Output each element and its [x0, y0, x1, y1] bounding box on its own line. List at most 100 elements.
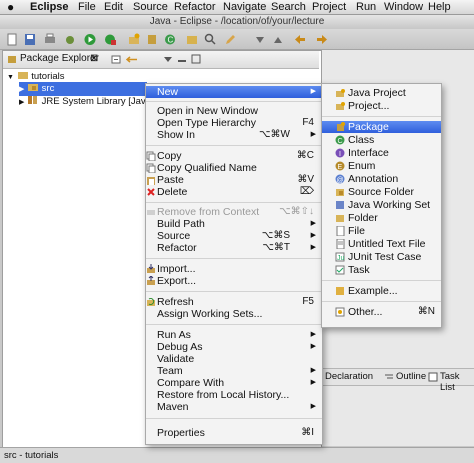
- outline-icon: [385, 374, 393, 379]
- search-icon[interactable]: [204, 33, 216, 46]
- submenu-item-label: Enum: [348, 160, 376, 172]
- annotation-icon: @: [335, 174, 345, 184]
- menu-item-label: Copy Qualified Name: [157, 162, 257, 174]
- menu-item-show-in[interactable]: Show In ⌥⌘W ▶: [146, 129, 322, 141]
- print-icon[interactable]: [44, 33, 56, 46]
- tab-task-list[interactable]: Task List: [440, 371, 474, 393]
- menu-item-open-type-hierarchy[interactable]: Open Type Hierarchy F4: [146, 117, 322, 129]
- menubar-item-refactor[interactable]: Refactor: [174, 0, 216, 14]
- submenu-item-package[interactable]: Package: [322, 121, 441, 133]
- menu-shortcut: ⌥⌘W: [259, 129, 290, 140]
- prev-annotation-icon[interactable]: [272, 33, 284, 46]
- collapse-all-icon[interactable]: [111, 55, 121, 64]
- submenu-item-source-folder[interactable]: Source Folder: [322, 186, 441, 198]
- menubar-item-window[interactable]: Window: [384, 0, 423, 14]
- new-icon[interactable]: [6, 33, 18, 46]
- next-annotation-icon[interactable]: [254, 33, 266, 46]
- forward-icon[interactable]: [316, 33, 328, 46]
- submenu-item-example[interactable]: Example...: [322, 285, 441, 297]
- new-package-icon[interactable]: [146, 33, 158, 46]
- menu-item-export[interactable]: Export...: [146, 275, 322, 287]
- menubar-item-eclipse[interactable]: Eclipse: [30, 0, 69, 14]
- submenu-item-untitled-text-file[interactable]: Untitled Text File: [322, 238, 441, 250]
- menu-item-debug-as[interactable]: Debug As ▶: [146, 341, 322, 353]
- menu-item-open-in-new-window[interactable]: Open in New Window: [146, 105, 322, 117]
- minimize-icon[interactable]: [177, 54, 187, 64]
- submenu-item-label: Java Project: [348, 87, 406, 99]
- submenu-item-enum[interactable]: E Enum: [322, 160, 441, 172]
- tab-outline[interactable]: Outline: [396, 371, 426, 382]
- apple-icon[interactable]: ●: [7, 0, 14, 14]
- submenu-item-task[interactable]: Task: [322, 264, 441, 276]
- menu-item-new[interactable]: New ▶: [146, 86, 322, 98]
- menu-separator: [146, 202, 322, 203]
- new-java-project-icon[interactable]: [128, 33, 140, 46]
- close-icon[interactable]: ⊠: [90, 53, 98, 64]
- menu-item-compare-with[interactable]: Compare With ▶: [146, 377, 322, 389]
- submenu-item-other[interactable]: Other... ⌘N: [322, 306, 441, 318]
- link-with-editor-icon[interactable]: [126, 55, 138, 64]
- menu-item-delete[interactable]: Delete ⌦: [146, 186, 322, 198]
- menubar-item-navigate[interactable]: Navigate: [223, 0, 266, 14]
- menu-item-run-as[interactable]: Run As ▶: [146, 329, 322, 341]
- menu-item-maven[interactable]: Maven ▶: [146, 401, 322, 413]
- delete-icon: [147, 188, 155, 196]
- menu-item-refresh[interactable]: Refresh F5: [146, 296, 322, 308]
- menu-item-remove-from-context[interactable]: Remove from Context ⌥⌘⇧↓: [146, 206, 322, 218]
- source-folder-icon: [28, 84, 39, 91]
- svg-text:E: E: [338, 164, 343, 171]
- submenu-item-java-project[interactable]: Java Project: [322, 87, 441, 99]
- menubar-item-help[interactable]: Help: [428, 0, 451, 14]
- menu-item-build-path[interactable]: Build Path ▶: [146, 218, 322, 230]
- menu-item-import[interactable]: Import...: [146, 263, 322, 275]
- menu-item-assign-working-sets[interactable]: Assign Working Sets...: [146, 308, 322, 320]
- menu-item-team[interactable]: Team ▶: [146, 365, 322, 377]
- menu-item-refactor[interactable]: Refactor ⌥⌘T ▶: [146, 242, 322, 254]
- submenu-item-label: JUnit Test Case: [348, 251, 422, 263]
- expand-icon[interactable]: ▶: [19, 86, 24, 93]
- submenu-item-annotation[interactable]: @ Annotation: [322, 173, 441, 185]
- submenu-item-interface[interactable]: I Interface: [322, 147, 441, 159]
- save-icon[interactable]: [24, 33, 36, 46]
- submenu-item-project[interactable]: Project...: [322, 100, 441, 112]
- menu-item-label: Validate: [157, 353, 195, 365]
- menu-item-label: Build Path: [157, 218, 205, 230]
- view-menu-icon[interactable]: [163, 55, 173, 64]
- open-type-icon[interactable]: [186, 33, 198, 46]
- back-icon[interactable]: [294, 33, 306, 46]
- debug-icon[interactable]: [64, 33, 76, 46]
- menu-item-copy[interactable]: Copy ⌘C: [146, 150, 322, 162]
- submenu-item-java-working-set[interactable]: Java Working Set: [322, 199, 441, 211]
- submenu-arrow-icon: ▶: [310, 331, 316, 338]
- menubar-item-source[interactable]: Source: [133, 0, 168, 14]
- menu-item-properties[interactable]: Properties ⌘I: [146, 427, 322, 439]
- submenu-item-junit-test-case[interactable]: Ju JUnit Test Case: [322, 251, 441, 263]
- menubar-item-project[interactable]: Project: [312, 0, 346, 14]
- menu-separator: [322, 116, 441, 117]
- svg-text:C: C: [168, 36, 174, 45]
- menu-item-restore-local-history[interactable]: Restore from Local History...: [146, 389, 322, 401]
- run-icon[interactable]: [84, 33, 96, 46]
- submenu-item-folder[interactable]: Folder: [322, 212, 441, 224]
- menu-item-copy-qualified-name[interactable]: Copy Qualified Name: [146, 162, 322, 174]
- submenu-item-class[interactable]: C Class: [322, 134, 441, 146]
- window-title: Java - Eclipse - /location/of/your/lectu…: [149, 16, 325, 27]
- submenu-item-file[interactable]: File: [322, 225, 441, 237]
- menubar-item-search[interactable]: Search: [271, 0, 306, 14]
- menu-item-paste[interactable]: Paste ⌘V: [146, 174, 322, 186]
- expand-icon[interactable]: ▼: [7, 74, 14, 81]
- menubar-item-run[interactable]: Run: [356, 0, 376, 14]
- pencil-icon[interactable]: [224, 33, 236, 46]
- tree-item-src[interactable]: ▶ src: [19, 82, 147, 96]
- package-explorer-tab[interactable]: Package Explorer ⊠: [3, 51, 319, 69]
- external-tools-icon[interactable]: [104, 33, 116, 46]
- tab-declaration[interactable]: Declaration: [325, 371, 373, 382]
- menubar-item-edit[interactable]: Edit: [104, 0, 123, 14]
- main-toolbar: C: [0, 29, 474, 50]
- expand-icon[interactable]: ▶: [19, 99, 24, 106]
- new-class-icon[interactable]: C: [164, 33, 176, 46]
- maximize-icon[interactable]: [191, 54, 201, 64]
- menu-item-validate[interactable]: Validate: [146, 353, 322, 365]
- menu-item-source[interactable]: Source ⌥⌘S ▶: [146, 230, 322, 242]
- menubar-item-file[interactable]: File: [78, 0, 96, 14]
